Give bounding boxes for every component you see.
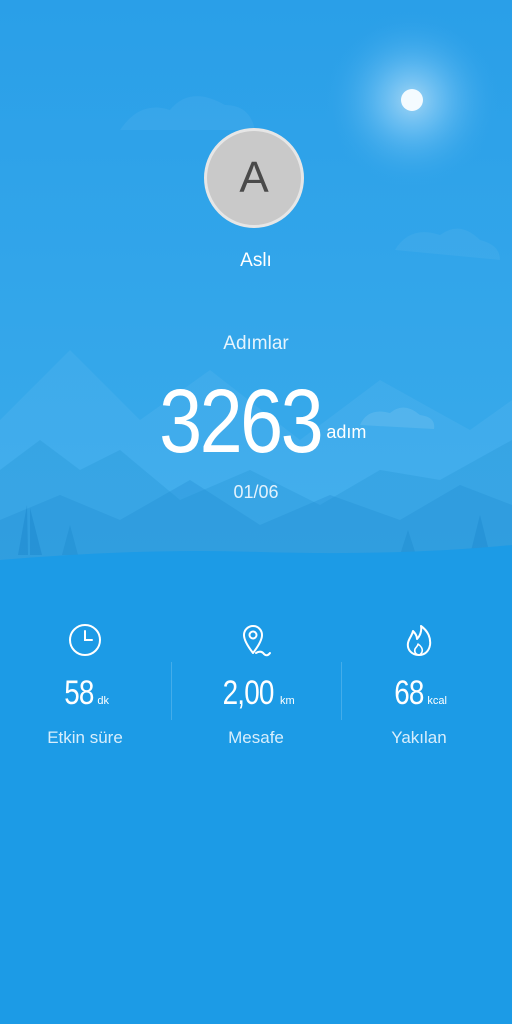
steps-unit: adım <box>326 422 367 442</box>
sun-icon <box>401 89 423 111</box>
steps-value: 3263 <box>158 372 323 472</box>
calories-value: 68 <box>394 674 424 712</box>
user-name: Aslı <box>240 250 272 271</box>
stat-distance[interactable]: 2,00 km Mesafe <box>171 620 341 748</box>
avatar[interactable]: A <box>204 128 304 228</box>
location-pin-icon <box>243 625 271 657</box>
active-time-value: 58 <box>64 674 94 712</box>
steps-label: Adımlar <box>223 333 289 354</box>
avatar-letter: A <box>239 153 269 202</box>
active-time-unit: dk <box>97 695 109 707</box>
steps-counter[interactable]: 3263 adım <box>0 372 512 472</box>
distance-value: 2,00 <box>222 674 275 712</box>
clock-icon <box>69 624 101 656</box>
calories-label: Yakılan <box>391 728 447 747</box>
stats-row: 58 dk Etkin süre 2,00 km Mesafe 68 kcal … <box>0 620 512 760</box>
distance-unit: km <box>279 695 295 707</box>
stat-active-time[interactable]: 58 dk Etkin süre <box>0 620 170 748</box>
hero-panel: A Aslı Adımlar 3263 adım 01/06 <box>0 0 512 570</box>
stat-calories[interactable]: 68 kcal Yakılan <box>334 620 504 748</box>
distance-label: Mesafe <box>228 728 284 747</box>
date-label: 01/06 <box>233 482 279 502</box>
flame-icon <box>406 625 432 656</box>
calories-unit: kcal <box>427 695 447 707</box>
active-time-label: Etkin süre <box>47 728 123 747</box>
